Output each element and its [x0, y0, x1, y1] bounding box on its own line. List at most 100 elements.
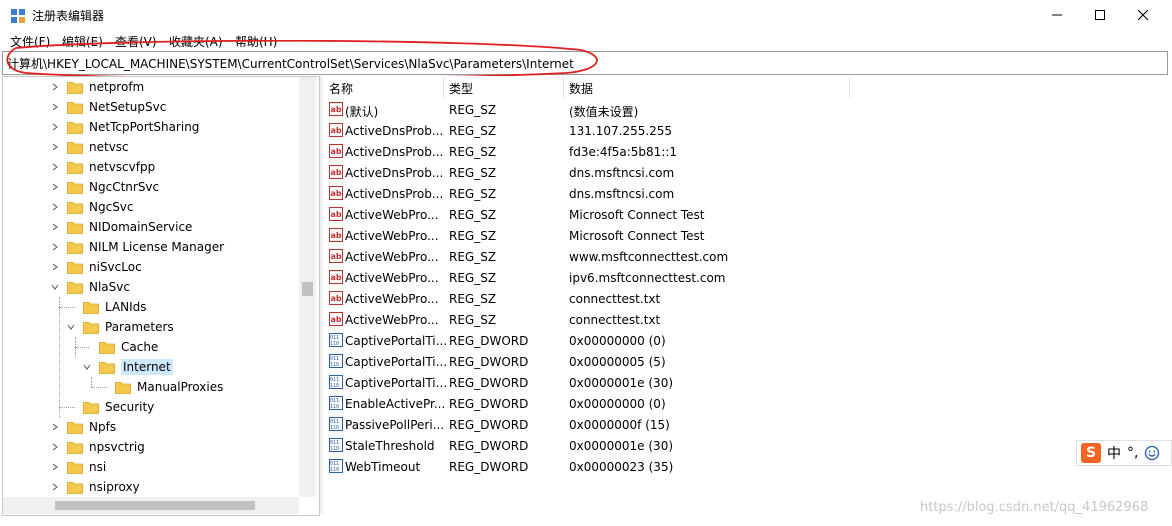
- close-button[interactable]: [1120, 0, 1166, 30]
- column-type-header[interactable]: 类型: [449, 80, 473, 97]
- value-name: CaptivePortalTi...: [345, 355, 448, 369]
- scroll-thumb[interactable]: [55, 501, 255, 510]
- menu-edit[interactable]: 编辑(E): [62, 33, 103, 50]
- chevron-right-icon[interactable]: [49, 201, 61, 213]
- tree-vertical-scrollbar[interactable]: [299, 77, 316, 497]
- chevron-down-icon[interactable]: [65, 321, 77, 333]
- tree-node[interactable]: ManualProxies: [97, 377, 223, 397]
- chevron-right-icon[interactable]: [49, 461, 61, 473]
- value-row[interactable]: ab ActiveDnsProb... REG_SZ dns.msftncsi.com: [323, 184, 1168, 205]
- chevron-right-icon[interactable]: [49, 221, 61, 233]
- chevron-right-icon[interactable]: [49, 441, 61, 453]
- svg-text:ab: ab: [331, 273, 342, 282]
- tree-node[interactable]: netvsc: [49, 137, 129, 157]
- tree-node[interactable]: NIDomainService: [49, 217, 192, 237]
- value-row[interactable]: 011 110 EnableActivePr... REG_DWORD 0x000000…: [323, 394, 1168, 415]
- tree-node[interactable]: nsiproxy: [49, 477, 140, 497]
- value-name: PassivePollPeri...: [345, 418, 445, 432]
- column-separator[interactable]: [849, 76, 850, 98]
- scroll-thumb[interactable]: [302, 282, 313, 296]
- value-row[interactable]: 011 110 CaptivePortalTi... REG_DWORD 0x00000…: [323, 373, 1168, 394]
- chevron-right-icon[interactable]: [49, 421, 61, 433]
- value-type: REG_SZ: [449, 208, 497, 222]
- value-row[interactable]: ab ActiveWebPro... REG_SZ connecttest.txt: [323, 289, 1168, 310]
- svg-text:ab: ab: [331, 126, 342, 135]
- tree-node[interactable]: NgcSvc: [49, 197, 134, 217]
- tree-node[interactable]: Internet: [81, 357, 173, 377]
- chevron-right-icon[interactable]: [49, 241, 61, 253]
- tree-node[interactable]: niSvcLoc: [49, 257, 142, 277]
- value-row[interactable]: ab ActiveDnsProb... REG_SZ dns.msftncsi.com: [323, 163, 1168, 184]
- value-row[interactable]: ab ActiveDnsProb... REG_SZ fd3e:4f5a:5b81::…: [323, 142, 1168, 163]
- tree-horizontal-scrollbar[interactable]: [3, 497, 299, 514]
- ime-toolbar[interactable]: S 中 °,: [1076, 440, 1172, 466]
- chevron-right-icon[interactable]: [49, 161, 61, 173]
- tree-node-label: Cache: [121, 340, 159, 354]
- value-name: ActiveDnsProb...: [345, 166, 444, 180]
- tree-node-label: NetTcpPortSharing: [89, 120, 200, 134]
- tree-node[interactable]: npsvctrig: [49, 437, 145, 457]
- chevron-right-icon[interactable]: [49, 101, 61, 113]
- menu-view[interactable]: 查看(V): [115, 33, 157, 50]
- tree-node[interactable]: LANIds: [65, 297, 147, 317]
- tree-node[interactable]: Security: [65, 397, 154, 417]
- tree-node[interactable]: Npfs: [49, 417, 116, 437]
- chevron-right-icon[interactable]: [49, 181, 61, 193]
- address-bar[interactable]: 计算机\HKEY_LOCAL_MACHINE\SYSTEM\CurrentCon…: [2, 51, 1168, 75]
- value-row[interactable]: ab ActiveWebPro... REG_SZ connecttest.txt: [323, 310, 1168, 331]
- tree-node[interactable]: NgcCtnrSvc: [49, 177, 159, 197]
- chevron-right-icon[interactable]: [49, 141, 61, 153]
- tree-node[interactable]: netvscvfpp: [49, 157, 155, 177]
- tree-node-label: NgcCtnrSvc: [89, 180, 160, 194]
- tree-node-label: Npfs: [89, 420, 117, 434]
- maximize-button[interactable]: [1077, 0, 1123, 30]
- value-row[interactable]: ab ActiveWebPro... REG_SZ Microsoft Connect…: [323, 205, 1168, 226]
- tree-node-label: Parameters: [105, 320, 174, 334]
- tree-node[interactable]: NILM License Manager: [49, 237, 224, 257]
- tree-node[interactable]: Cache: [81, 337, 158, 357]
- value-data: 131.107.255.255: [569, 124, 673, 138]
- value-row[interactable]: 011 110 WebTimeout REG_DWORD 0x00000023 (35): [323, 457, 1168, 478]
- tree-node[interactable]: nsi: [49, 457, 106, 477]
- chevron-down-icon[interactable]: [81, 361, 93, 373]
- value-row[interactable]: 011 110 CaptivePortalTi... REG_DWORD 0x00000…: [323, 331, 1168, 352]
- svg-text:110: 110: [330, 404, 339, 410]
- chevron-down-icon[interactable]: [49, 281, 61, 293]
- menu-help[interactable]: 帮助(H): [235, 33, 277, 50]
- column-separator[interactable]: [443, 76, 444, 98]
- column-name-header[interactable]: 名称: [329, 80, 353, 97]
- value-row[interactable]: 011 110 StaleThreshold REG_DWORD 0x0000001e …: [323, 436, 1168, 457]
- chevron-right-icon[interactable]: [49, 81, 61, 93]
- title-bar: 注册表编辑器: [0, 0, 1172, 30]
- tree-node-label: NlaSvc: [89, 280, 130, 294]
- column-separator[interactable]: [563, 76, 564, 98]
- ime-language[interactable]: 中: [1107, 443, 1121, 463]
- tree-node[interactable]: NetTcpPortSharing: [49, 117, 199, 137]
- chevron-right-icon[interactable]: [49, 481, 61, 493]
- menu-favorites[interactable]: 收藏夹(A): [169, 33, 223, 50]
- value-row[interactable]: ab ActiveDnsProb... REG_SZ 131.107.255.255: [323, 121, 1168, 142]
- key-tree[interactable]: netprofm NetSetupSvc NetTcpPortSharing netv…: [2, 76, 320, 516]
- tree-node[interactable]: NlaSvc: [49, 277, 130, 297]
- smiley-icon[interactable]: [1144, 445, 1160, 461]
- value-row[interactable]: ab ActiveWebPro... REG_SZ ipv6.msftconnectt…: [323, 268, 1168, 289]
- ime-punctuation[interactable]: °,: [1127, 445, 1138, 461]
- dword-value-icon: 011110: [329, 459, 343, 473]
- value-data: 0x0000001e (30): [569, 376, 674, 390]
- menu-file[interactable]: 文件(F): [10, 33, 50, 50]
- value-row[interactable]: ab (默认) REG_SZ (数值未设置): [323, 100, 1168, 121]
- value-row[interactable]: ab ActiveWebPro... REG_SZ www.msftconnectte…: [323, 247, 1168, 268]
- value-row[interactable]: 011 110 PassivePollPeri... REG_DWORD 0x00000…: [323, 415, 1168, 436]
- value-row[interactable]: ab ActiveWebPro... REG_SZ Microsoft Connect…: [323, 226, 1168, 247]
- chevron-right-icon[interactable]: [49, 261, 61, 273]
- column-data-header[interactable]: 数据: [569, 80, 593, 97]
- minimize-button[interactable]: [1034, 0, 1080, 30]
- value-row[interactable]: 011 110 CaptivePortalTi... REG_DWORD 0x00000…: [323, 352, 1168, 373]
- sogou-s-icon: S: [1081, 443, 1101, 463]
- tree-node[interactable]: netprofm: [49, 77, 144, 97]
- chevron-right-icon[interactable]: [49, 121, 61, 133]
- tree-node[interactable]: Parameters: [65, 317, 174, 337]
- tree-node[interactable]: NetSetupSvc: [49, 97, 166, 117]
- value-type: REG_SZ: [449, 250, 497, 264]
